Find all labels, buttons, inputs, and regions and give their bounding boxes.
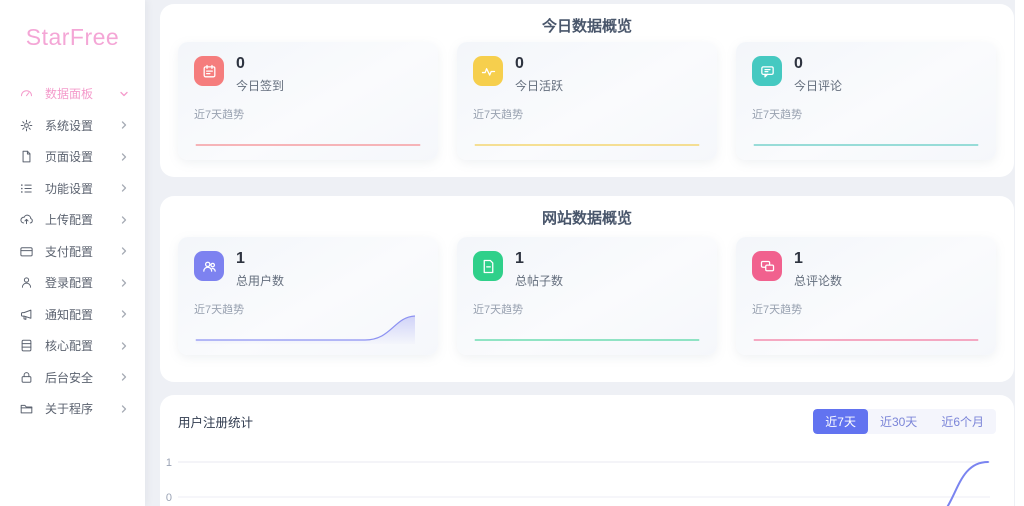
sidebar-item-admin-security[interactable]: 后台安全 bbox=[0, 362, 145, 394]
registration-chart: 1 0 bbox=[160, 445, 1000, 506]
calendar-icon bbox=[194, 56, 224, 86]
chevron-right-icon bbox=[119, 246, 129, 256]
stat-value: 0 bbox=[515, 55, 524, 72]
stat-label: 总用户数 bbox=[236, 273, 285, 288]
site-cards: 1 总用户数 近7天趋势 1 总帖子数 近7天趋势 1 总评论数 近7天趋势 bbox=[178, 237, 996, 355]
comment-icon bbox=[752, 56, 782, 86]
page-icon bbox=[19, 149, 34, 164]
sidebar-item-label: 关于程序 bbox=[45, 402, 94, 417]
upload-cloud-icon bbox=[19, 212, 34, 227]
sidebar: StarFree 数据面板 系统设置 页面设置 功能设置 上传配置 支付配置 登… bbox=[0, 0, 145, 506]
trend-sparkline bbox=[474, 339, 700, 341]
chevron-down-icon bbox=[119, 89, 129, 99]
stat-card-today-comments: 0 今日评论 近7天趋势 bbox=[736, 42, 996, 160]
trend-sparkline bbox=[474, 144, 700, 146]
stat-value: 1 bbox=[794, 250, 803, 267]
stat-label: 总评论数 bbox=[794, 273, 843, 288]
today-cards: 0 今日签到 近7天趋势 0 今日活跃 近7天趋势 0 今日评论 近7天趋势 bbox=[178, 42, 996, 160]
stat-label: 今日评论 bbox=[794, 78, 843, 93]
credit-card-icon bbox=[19, 244, 34, 259]
stat-value: 0 bbox=[236, 55, 245, 72]
stat-value: 0 bbox=[794, 55, 803, 72]
chevron-right-icon bbox=[119, 404, 129, 414]
sidebar-item-upload-config[interactable]: 上传配置 bbox=[0, 204, 145, 236]
trend-sparkline bbox=[195, 144, 421, 146]
trend-sparkline bbox=[195, 315, 416, 344]
registration-stats-panel: 用户注册统计 近7天 近30天 近6个月 1 0 bbox=[160, 395, 1014, 506]
sidebar-item-system-settings[interactable]: 系统设置 bbox=[0, 110, 145, 142]
sidebar-item-label: 功能设置 bbox=[45, 181, 94, 196]
sidebar-item-label: 通知配置 bbox=[45, 307, 94, 322]
dashboard-icon bbox=[19, 86, 34, 101]
sidebar-item-label: 数据面板 bbox=[45, 87, 94, 102]
sidebar-item-label: 页面设置 bbox=[45, 150, 94, 165]
sidebar-item-label: 核心配置 bbox=[45, 339, 94, 354]
sidebar-menu: 数据面板 系统设置 页面设置 功能设置 上传配置 支付配置 登录配置 通知配置 … bbox=[0, 78, 145, 425]
sidebar-item-label: 上传配置 bbox=[45, 213, 94, 228]
chevron-right-icon bbox=[119, 309, 129, 319]
sidebar-item-payment-config[interactable]: 支付配置 bbox=[0, 236, 145, 268]
sidebar-item-label: 支付配置 bbox=[45, 244, 94, 259]
stat-value: 1 bbox=[236, 250, 245, 267]
gear-icon bbox=[19, 118, 34, 133]
comments-icon bbox=[752, 251, 782, 281]
chevron-right-icon bbox=[119, 372, 129, 382]
sidebar-item-label: 登录配置 bbox=[45, 276, 94, 291]
trend-sparkline bbox=[753, 339, 979, 341]
list-icon bbox=[19, 181, 34, 196]
user-group-icon bbox=[194, 251, 224, 281]
sidebar-item-dashboard[interactable]: 数据面板 bbox=[0, 78, 145, 110]
stat-value: 1 bbox=[515, 250, 524, 267]
folder-icon bbox=[19, 401, 34, 416]
chevron-right-icon bbox=[119, 278, 129, 288]
sidebar-item-label: 后台安全 bbox=[45, 370, 94, 385]
stat-card-today-active: 0 今日活跃 近7天趋势 bbox=[457, 42, 717, 160]
brand-logo: StarFree bbox=[25, 24, 120, 50]
scrollbar-track[interactable] bbox=[1015, 0, 1024, 506]
sidebar-item-about[interactable]: 关于程序 bbox=[0, 393, 145, 425]
chevron-right-icon bbox=[119, 152, 129, 162]
stat-label: 今日签到 bbox=[236, 78, 285, 93]
registration-line bbox=[946, 461, 989, 506]
pulse-icon bbox=[473, 56, 503, 86]
stat-card-today-signin: 0 今日签到 近7天趋势 bbox=[178, 42, 438, 160]
tab-last-30-days[interactable]: 近30天 bbox=[868, 409, 929, 434]
user-icon bbox=[19, 275, 34, 290]
today-overview-panel: 今日数据概览 0 今日签到 近7天趋势 0 今日活跃 近7天趋势 0 今日评论 … bbox=[160, 4, 1014, 177]
admin-dashboard: StarFree 数据面板 系统设置 页面设置 功能设置 上传配置 支付配置 登… bbox=[0, 0, 1024, 506]
site-overview-panel: 网站数据概览 1 总用户数 近7天趋势 1 总帖子数 近7天趋势 1 总评论数 … bbox=[160, 196, 1014, 382]
range-tabs: 近7天 近30天 近6个月 bbox=[813, 409, 996, 434]
lock-icon bbox=[19, 370, 34, 385]
stat-label: 总帖子数 bbox=[515, 273, 564, 288]
megaphone-icon bbox=[19, 307, 34, 322]
y-tick-1: 1 bbox=[166, 457, 172, 469]
sidebar-item-label: 系统设置 bbox=[45, 118, 94, 133]
section-title-site: 网站数据概览 bbox=[541, 211, 632, 227]
sidebar-item-page-settings[interactable]: 页面设置 bbox=[0, 141, 145, 173]
stat-card-total-users: 1 总用户数 近7天趋势 bbox=[178, 237, 438, 355]
stat-card-total-posts: 1 总帖子数 近7天趋势 bbox=[457, 237, 717, 355]
chevron-right-icon bbox=[119, 183, 129, 193]
sidebar-item-login-config[interactable]: 登录配置 bbox=[0, 267, 145, 299]
chevron-right-icon bbox=[119, 215, 129, 225]
server-icon bbox=[19, 338, 34, 353]
post-icon bbox=[473, 251, 503, 281]
sidebar-item-feature-settings[interactable]: 功能设置 bbox=[0, 173, 145, 205]
stat-label: 今日活跃 bbox=[515, 78, 564, 93]
y-tick-0: 0 bbox=[166, 492, 172, 504]
chevron-right-icon bbox=[119, 341, 129, 351]
chart-title: 用户注册统计 bbox=[178, 416, 254, 430]
stat-card-total-comments: 1 总评论数 近7天趋势 bbox=[736, 237, 996, 355]
section-title-today: 今日数据概览 bbox=[541, 19, 632, 35]
tab-last-7-days[interactable]: 近7天 bbox=[813, 409, 868, 434]
trend-sparkline bbox=[753, 144, 979, 146]
main-content: 今日数据概览 0 今日签到 近7天趋势 0 今日活跃 近7天趋势 0 今日评论 … bbox=[160, 0, 1014, 506]
sidebar-item-notification-config[interactable]: 通知配置 bbox=[0, 299, 145, 331]
sidebar-item-core-config[interactable]: 核心配置 bbox=[0, 330, 145, 362]
tab-last-6-months[interactable]: 近6个月 bbox=[929, 409, 996, 434]
chevron-right-icon bbox=[119, 120, 129, 130]
